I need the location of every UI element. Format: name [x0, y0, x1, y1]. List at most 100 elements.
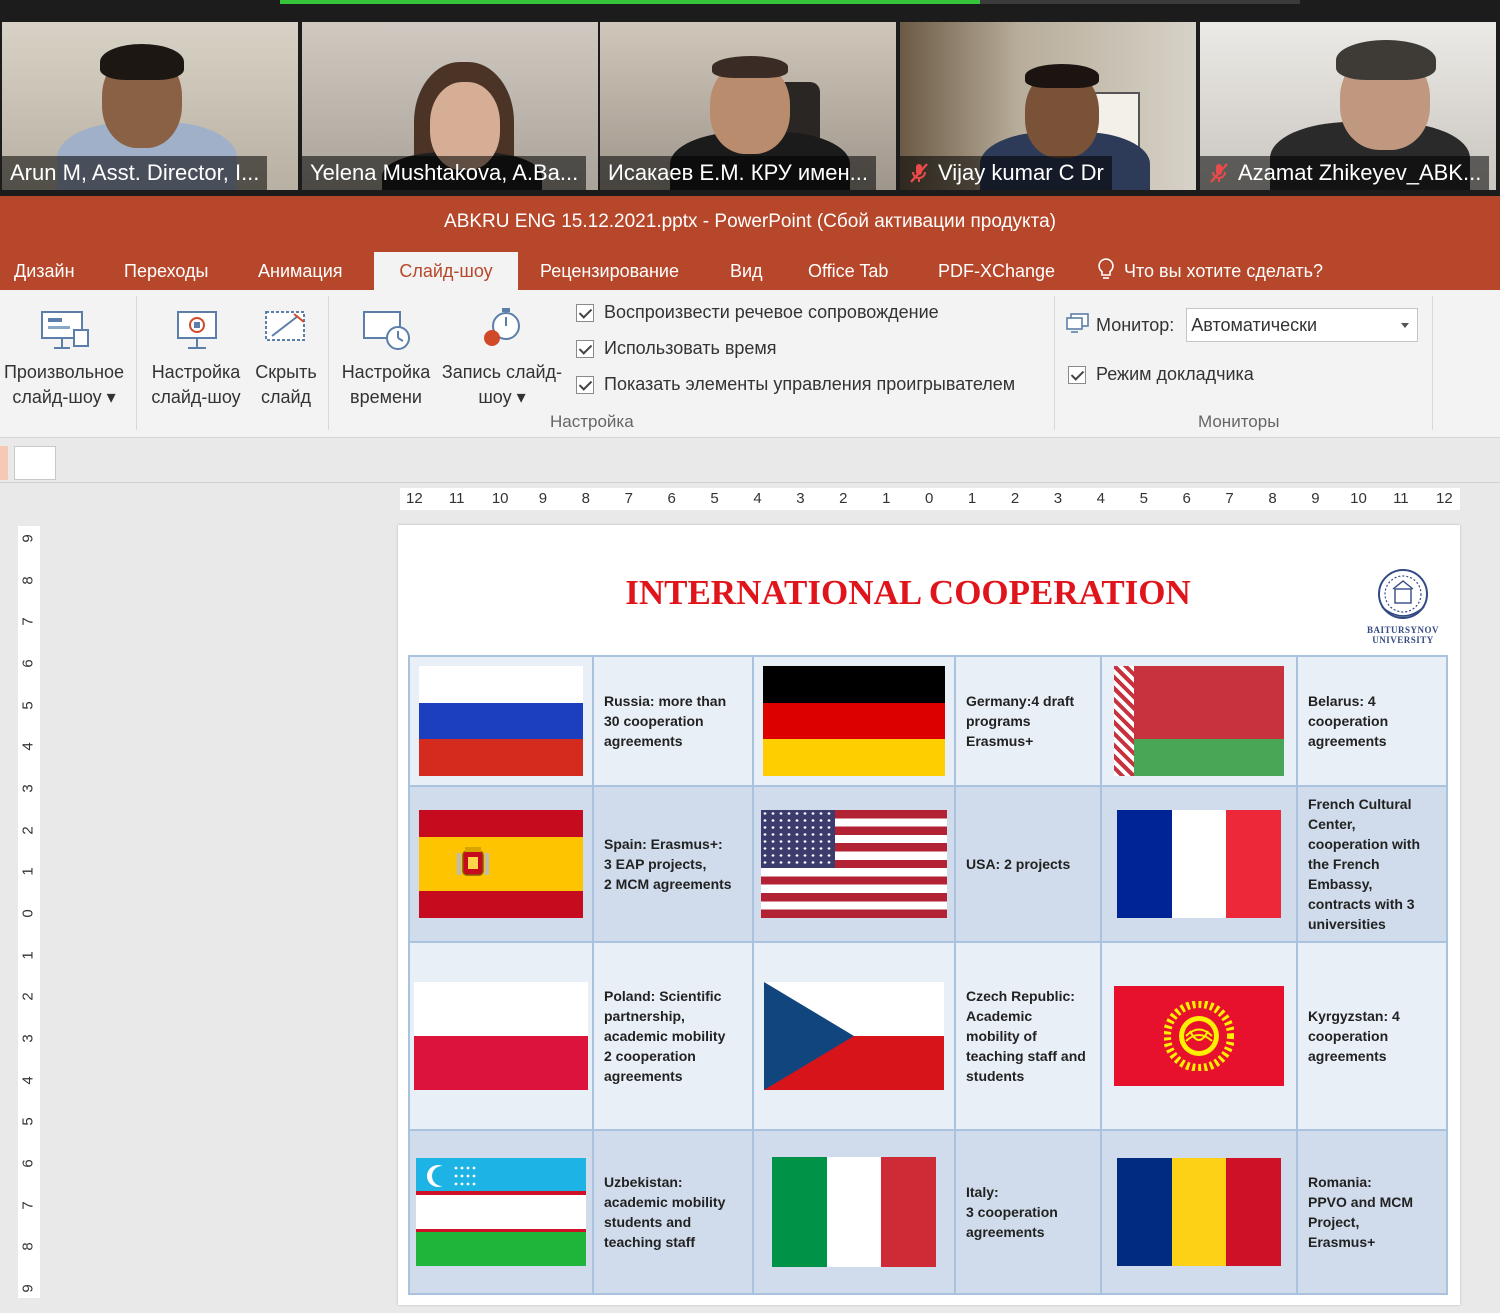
custom-slideshow-icon — [38, 300, 90, 356]
ruler-tick-label: 1 — [882, 490, 891, 507]
window-title-bar: ABKRU ENG 15.12.2021.pptx - PowerPoint (… — [0, 196, 1500, 248]
tab-transitions[interactable]: Переходы — [110, 252, 222, 290]
country-description: Kyrgyzstan: 4 cooperation agreements — [1296, 941, 1448, 1131]
mic-muted-icon — [908, 162, 930, 184]
country-description: Russia: more than 30 cooperation agreeme… — [592, 655, 754, 787]
custom-slideshow-label: Произвольное — [3, 362, 125, 382]
tab-view[interactable]: Вид — [716, 252, 777, 290]
ruler-tick-label: 7 — [624, 490, 633, 507]
ruler-tick-label: 5 — [1139, 490, 1148, 507]
horizontal-ruler[interactable]: 12 11 10 9 8 7 6 5 4 3 2 1 0 1 2 3 4 5 6 7 8 9 10 11 12 — [400, 488, 1460, 510]
rehearse-timings-label-2: времени — [350, 387, 422, 407]
flag-cell — [1100, 785, 1298, 943]
ruler-tick-label: 6 — [1182, 490, 1191, 507]
ruler-tick-label: 10 — [491, 490, 509, 507]
country-description: Romania: PPVO and MCM Project, Erasmus+ — [1296, 1129, 1448, 1295]
ribbon-separator — [1432, 296, 1433, 430]
slide-thumbnail-selected[interactable] — [0, 446, 8, 480]
tab-animations[interactable]: Анимация — [244, 252, 357, 290]
slide-canvas[interactable]: INTERNATIONAL COOPERATION BAITURSYNOV UN… — [398, 525, 1460, 1305]
tab-office-tab[interactable]: Office Tab — [794, 252, 902, 290]
participant-tile[interactable]: Yelena Mushtakova, A.Ba... — [302, 22, 598, 190]
ribbon-separator — [328, 296, 329, 430]
ribbon-tabs: Дизайн Переходы Анимация Слайд-шоу Рецен… — [0, 248, 1500, 290]
university-name-line1: BAITURSYNOV — [1366, 625, 1439, 635]
rehearse-timings-button[interactable]: Настройка времени — [336, 300, 436, 410]
flag-cell — [752, 655, 956, 787]
flag-cell — [1100, 655, 1298, 787]
tab-review[interactable]: Рецензирование — [526, 252, 693, 290]
participant-name: Исакаев Е.М. КРУ имен... — [608, 160, 868, 185]
show-media-controls-checkbox[interactable]: Показать элементы управления проигрывате… — [576, 374, 1015, 395]
checkbox-checked-icon — [1068, 365, 1086, 384]
ruler-tick-label: 7 — [19, 1200, 37, 1210]
participant-tile[interactable]: Arun M, Asst. Director, I... — [2, 22, 298, 190]
italy-flag-icon — [772, 1157, 936, 1267]
belarus-flag-icon — [1114, 666, 1284, 776]
participant-name-tag: Yelena Mushtakova, A.Ba... — [302, 156, 587, 190]
presenter-view-checkbox[interactable]: Режим докладчика — [1068, 364, 1254, 385]
participant-name: Azamat Zhikeyev_ABK... — [1238, 160, 1482, 185]
participant-name-tag: Исакаев Е.М. КРУ имен... — [600, 156, 876, 190]
setup-slideshow-button[interactable]: Настройка слайд-шоу — [146, 300, 246, 410]
hide-slide-button[interactable]: Скрыть слайд — [248, 300, 324, 410]
ruler-tick-label: 3 — [19, 1034, 37, 1043]
flag-cell — [752, 1129, 956, 1295]
tab-pdf-xchange[interactable]: PDF-XChange — [924, 252, 1069, 290]
checkbox-checked-icon — [576, 339, 594, 358]
country-description: Czech Republic: Academic mobility of tea… — [954, 941, 1102, 1131]
ruler-tick-label: 2 — [19, 992, 37, 1001]
participant-name: Yelena Mushtakova, A.Ba... — [310, 160, 579, 185]
ruler-tick-label: 12 — [1436, 490, 1453, 507]
use-timings-label: Использовать время — [604, 338, 777, 358]
tab-slideshow[interactable]: Слайд-шоу — [374, 252, 518, 290]
university-name-line2: UNIVERSITY — [1372, 635, 1434, 645]
usa-flag-icon — [761, 810, 947, 918]
ruler-tick-label: 4 — [19, 1075, 37, 1085]
tab-design[interactable]: Дизайн — [0, 252, 89, 290]
custom-slideshow-button[interactable]: Произвольное слайд-шоу ▾ — [0, 300, 128, 410]
romania-flag-icon — [1117, 1158, 1281, 1266]
group-label-setup: Настройка — [550, 412, 634, 431]
use-timings-checkbox[interactable]: Использовать время — [576, 338, 777, 359]
ruler-tick-label: 9 — [1311, 490, 1320, 507]
record-slideshow-button[interactable]: Запись слайд- шоу ▾ — [438, 300, 566, 410]
ruler-tick-label: 1 — [19, 867, 37, 876]
ruler-tick-label: 0 — [925, 490, 934, 507]
czech-flag-icon — [764, 982, 944, 1090]
play-narrations-checkbox[interactable]: Воспроизвести речевое сопровождение — [576, 302, 939, 323]
vertical-ruler[interactable]: 9 8 7 6 5 4 3 2 1 0 1 2 3 4 5 6 7 8 9 — [18, 526, 40, 1298]
slide-thumbnail[interactable] — [14, 446, 56, 480]
video-conference-strip: Arun M, Asst. Director, I... Yelena Mush… — [0, 0, 1500, 196]
ruler-tick-label: 1 — [19, 950, 37, 960]
participant-tile-active-speaker[interactable]: Исакаев Е.М. КРУ имен... — [600, 22, 896, 190]
monitor-select[interactable]: Автоматически — [1186, 308, 1419, 342]
slide-title[interactable]: INTERNATIONAL COOPERATION — [398, 573, 1418, 613]
ruler-tick-label: 12 — [406, 490, 423, 507]
ruler-tick-label: 3 — [19, 784, 37, 793]
ruler-tick-label: 8 — [1268, 490, 1277, 507]
ribbon-separator — [1054, 296, 1055, 430]
ruler-tick-label: 8 — [581, 490, 590, 507]
setup-slideshow-label-2: слайд-шоу — [151, 387, 241, 407]
ruler-tick-label: 9 — [19, 534, 37, 543]
participant-name: Arun M, Asst. Director, I... — [10, 160, 260, 185]
russia-flag-icon — [419, 666, 583, 776]
setup-slideshow-label: Настройка — [151, 362, 241, 382]
ruler-tick-label: 6 — [19, 1159, 37, 1168]
participant-tile[interactable]: Vijay kumar C Dr — [900, 22, 1196, 190]
country-description: Italy: 3 cooperation agreements — [954, 1129, 1102, 1295]
ribbon-separator — [136, 296, 137, 430]
country-description: Poland: Scientific partnership, academic… — [592, 941, 754, 1131]
flag-cell — [408, 785, 594, 943]
participant-tile[interactable]: Azamat Zhikeyev_ABK... — [1200, 22, 1496, 190]
group-label-monitors: Мониторы — [1198, 412, 1280, 431]
country-description: USA: 2 projects — [954, 785, 1102, 943]
flag-cell — [752, 941, 956, 1131]
checkbox-checked-icon — [576, 303, 594, 322]
ruler-tick-label: 7 — [19, 617, 37, 626]
university-logo: BAITURSYNOV UNIVERSITY — [1358, 567, 1448, 645]
tell-me-search[interactable]: Что вы хотите сделать? — [1096, 252, 1323, 290]
tell-me-placeholder: Что вы хотите сделать? — [1124, 260, 1323, 281]
screen-share-indicator — [280, 0, 1300, 4]
